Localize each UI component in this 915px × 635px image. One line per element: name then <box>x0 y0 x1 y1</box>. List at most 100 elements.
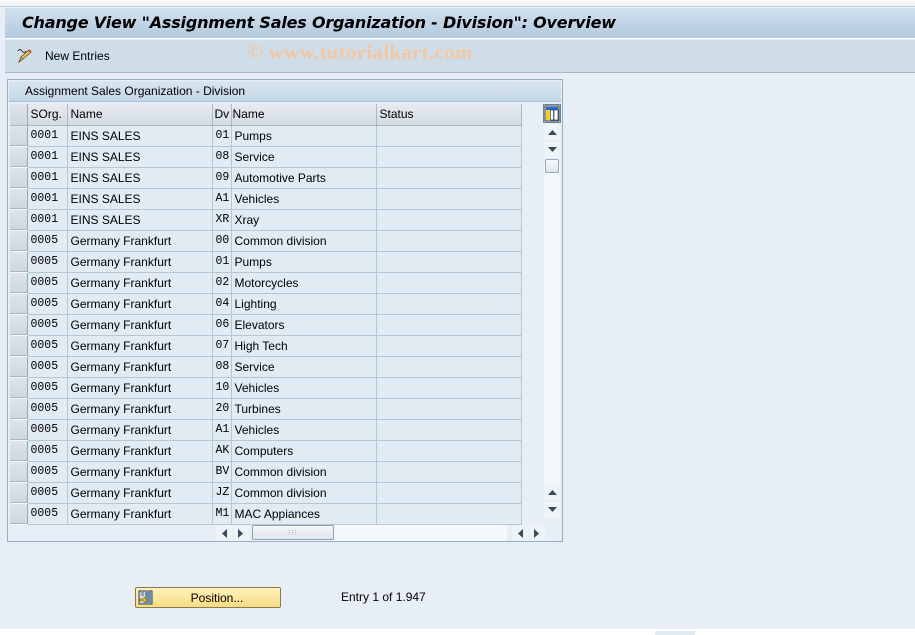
row-selector[interactable] <box>10 125 28 147</box>
cell-status[interactable] <box>376 293 522 315</box>
scroll-left-button[interactable] <box>216 525 232 541</box>
table-row[interactable]: 0005 Germany Frankfurt 00 Common division <box>10 230 522 252</box>
cell-division[interactable]: 20 <box>212 398 232 420</box>
cell-division[interactable]: 02 <box>212 272 232 294</box>
cell-division[interactable]: 06 <box>212 314 232 336</box>
cell-division-name[interactable]: Pumps <box>231 125 377 147</box>
cell-sorg[interactable]: 0005 <box>27 440 68 462</box>
scroll-up-button[interactable] <box>544 124 560 140</box>
cell-sorg[interactable]: 0005 <box>27 251 68 273</box>
scroll-left-end-button[interactable] <box>512 525 528 541</box>
cell-status[interactable] <box>376 125 522 147</box>
vertical-scrollbar[interactable] <box>543 104 561 522</box>
cell-division-name[interactable]: Vehicles <box>231 419 377 441</box>
cell-sorg[interactable]: 0001 <box>27 125 68 147</box>
cell-division-name[interactable]: Xray <box>231 209 377 231</box>
cell-sorg[interactable]: 0001 <box>27 167 68 189</box>
cell-sorg[interactable]: 0005 <box>27 419 68 441</box>
cell-status[interactable] <box>376 503 522 525</box>
row-selector[interactable] <box>10 419 28 441</box>
table-row[interactable]: 0005 Germany Frankfurt AK Computers <box>10 440 522 462</box>
cell-division-name[interactable]: Vehicles <box>231 188 377 210</box>
cell-division[interactable]: M1 <box>212 503 232 525</box>
cell-division-name[interactable]: Pumps <box>231 251 377 273</box>
scroll-right-end-button[interactable] <box>529 525 545 541</box>
cell-sorg-name[interactable]: Germany Frankfurt <box>67 377 213 399</box>
cell-sorg[interactable]: 0005 <box>27 482 68 504</box>
row-selector[interactable] <box>10 461 28 483</box>
table-row[interactable]: 0001 EINS SALES 08 Service <box>10 146 522 168</box>
cell-sorg-name[interactable]: Germany Frankfurt <box>67 335 213 357</box>
cell-sorg-name[interactable]: EINS SALES <box>67 146 213 168</box>
cell-sorg-name[interactable]: Germany Frankfurt <box>67 356 213 378</box>
cell-sorg-name[interactable]: EINS SALES <box>67 167 213 189</box>
cell-division[interactable]: 09 <box>212 167 232 189</box>
cell-division-name[interactable]: Common division <box>231 461 377 483</box>
position-button[interactable]: Position... <box>135 587 281 608</box>
cell-sorg[interactable]: 0005 <box>27 356 68 378</box>
table-row[interactable]: 0005 Germany Frankfurt 02 Motorcycles <box>10 272 522 294</box>
cell-division[interactable]: JZ <box>212 482 232 504</box>
table-row[interactable]: 0001 EINS SALES XR Xray <box>10 209 522 231</box>
row-selector[interactable] <box>10 209 28 231</box>
column-header-status[interactable]: Status <box>376 104 522 126</box>
table-row[interactable]: 0005 Germany Frankfurt 07 High Tech <box>10 335 522 357</box>
table-row[interactable]: 0005 Germany Frankfurt JZ Common division <box>10 482 522 504</box>
table-row[interactable]: 0005 Germany Frankfurt 20 Turbines <box>10 398 522 420</box>
page-up-button[interactable] <box>544 484 560 500</box>
cell-status[interactable] <box>376 482 522 504</box>
horizontal-scrollbar[interactable]: ⁝⁝⁝ <box>216 525 545 541</box>
cell-division[interactable]: XR <box>212 209 232 231</box>
table-row[interactable]: 0005 Germany Frankfurt 06 Elevators <box>10 314 522 336</box>
row-selector[interactable] <box>10 272 28 294</box>
row-selector[interactable] <box>10 293 28 315</box>
horizontal-scroll-thumb[interactable]: ⁝⁝⁝ <box>252 525 334 540</box>
cell-status[interactable] <box>376 398 522 420</box>
cell-sorg[interactable]: 0001 <box>27 146 68 168</box>
cell-division[interactable]: 04 <box>212 293 232 315</box>
cell-sorg-name[interactable]: Germany Frankfurt <box>67 419 213 441</box>
cell-sorg[interactable]: 0005 <box>27 293 68 315</box>
scroll-down-button[interactable] <box>544 142 560 158</box>
cell-division[interactable]: 08 <box>212 146 232 168</box>
cell-status[interactable] <box>376 461 522 483</box>
row-selector[interactable] <box>10 482 28 504</box>
cell-sorg[interactable]: 0001 <box>27 188 68 210</box>
new-entries-button[interactable]: New Entries <box>15 46 110 66</box>
table-row[interactable]: 0001 EINS SALES 01 Pumps <box>10 125 522 147</box>
cell-status[interactable] <box>376 146 522 168</box>
cell-division-name[interactable]: Motorcycles <box>231 272 377 294</box>
cell-sorg[interactable]: 0005 <box>27 398 68 420</box>
cell-sorg[interactable]: 0001 <box>27 209 68 231</box>
cell-sorg-name[interactable]: Germany Frankfurt <box>67 503 213 525</box>
scroll-right-button[interactable] <box>233 525 249 541</box>
cell-division-name[interactable]: Automotive Parts <box>231 167 377 189</box>
cell-sorg-name[interactable]: Germany Frankfurt <box>67 314 213 336</box>
row-selector[interactable] <box>10 398 28 420</box>
cell-sorg[interactable]: 0005 <box>27 503 68 525</box>
cell-division[interactable]: 10 <box>212 377 232 399</box>
table-row[interactable]: 0005 Germany Frankfurt 01 Pumps <box>10 251 522 273</box>
cell-sorg-name[interactable]: EINS SALES <box>67 188 213 210</box>
table-row[interactable]: 0001 EINS SALES 09 Automotive Parts <box>10 167 522 189</box>
cell-sorg[interactable]: 0005 <box>27 335 68 357</box>
cell-division[interactable]: A1 <box>212 419 232 441</box>
row-selector[interactable] <box>10 356 28 378</box>
row-selector[interactable] <box>10 146 28 168</box>
row-selector[interactable] <box>10 188 28 210</box>
cell-sorg-name[interactable]: Germany Frankfurt <box>67 230 213 252</box>
cell-division[interactable]: BV <box>212 461 232 483</box>
cell-sorg-name[interactable]: EINS SALES <box>67 125 213 147</box>
cell-division-name[interactable]: Common division <box>231 482 377 504</box>
cell-sorg[interactable]: 0005 <box>27 461 68 483</box>
cell-sorg[interactable]: 0005 <box>27 314 68 336</box>
cell-division-name[interactable]: High Tech <box>231 335 377 357</box>
cell-division[interactable]: AK <box>212 440 232 462</box>
cell-sorg-name[interactable]: Germany Frankfurt <box>67 398 213 420</box>
cell-status[interactable] <box>376 272 522 294</box>
column-header-division[interactable]: Dv <box>212 104 232 126</box>
cell-sorg-name[interactable]: Germany Frankfurt <box>67 482 213 504</box>
cell-sorg-name[interactable]: Germany Frankfurt <box>67 272 213 294</box>
cell-division[interactable]: 08 <box>212 356 232 378</box>
cell-division[interactable]: 01 <box>212 125 232 147</box>
